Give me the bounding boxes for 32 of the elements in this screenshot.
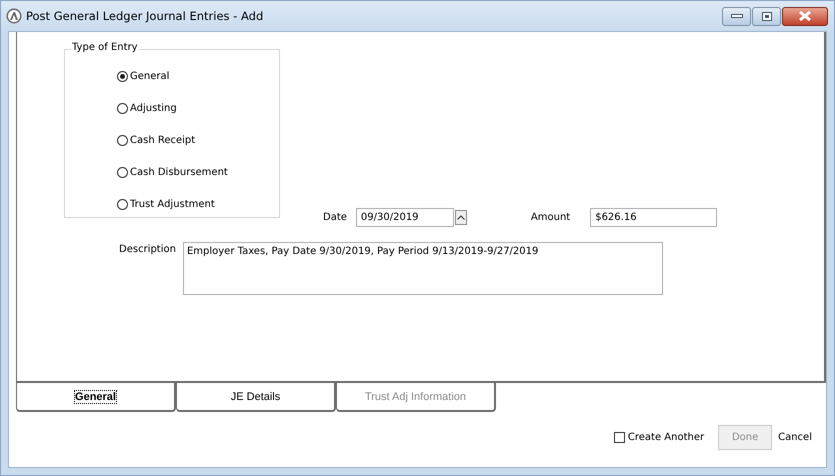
radio-label: Trust Adjustment (130, 199, 215, 210)
radio-label: Adjusting (130, 103, 177, 114)
close-icon (798, 11, 812, 21)
tab[interactable]: General (16, 381, 176, 412)
checkbox-label: Create Another (628, 432, 704, 443)
radio-button[interactable] (117, 71, 128, 82)
description-label: Description (119, 244, 176, 255)
radio-label: General (130, 71, 170, 82)
caret-up-icon (456, 215, 465, 220)
date-label: Date (323, 212, 347, 223)
radio-button[interactable] (117, 167, 128, 178)
radio-button[interactable] (117, 135, 128, 146)
minimize-icon (730, 13, 742, 19)
radio-label: Cash Receipt (130, 135, 196, 146)
spin-up-button[interactable] (454, 210, 467, 225)
window-title: Post General Ledger Journal Entries - Add (26, 9, 264, 23)
cancel-link[interactable]: Cancel (778, 432, 812, 443)
close-button[interactable] (782, 6, 828, 26)
minimize-button[interactable] (722, 6, 751, 26)
radio-button[interactable] (117, 103, 128, 114)
radio-button[interactable] (117, 199, 128, 210)
maximize-icon (762, 12, 772, 20)
group-label: Type of Entry (71, 42, 139, 53)
app-logo-icon (6, 8, 22, 24)
amount-label: Amount (530, 212, 570, 223)
amount-field[interactable]: $626.16 (590, 208, 718, 227)
date-field[interactable]: 09/30/2019 (356, 208, 454, 227)
maximize-button[interactable] (752, 6, 781, 26)
checkbox[interactable] (614, 432, 625, 443)
description-field[interactable]: Employer Taxes, Pay Date 9/30/2019, Pay Period 9/13/2019-9/27/2019 (182, 242, 663, 295)
radio-label: Cash Disbursement (130, 167, 228, 178)
tab[interactable]: JE Details (176, 381, 336, 412)
